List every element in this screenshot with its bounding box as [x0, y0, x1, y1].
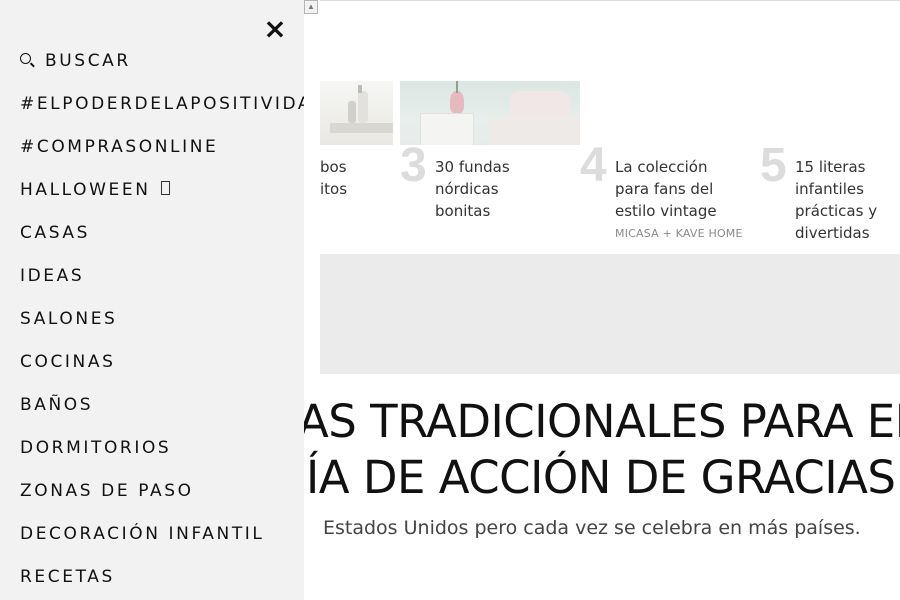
scroll-up-arrow-icon[interactable]: ▲ [304, 0, 318, 14]
card-number: 5 [760, 139, 787, 192]
search-icon [20, 53, 31, 64]
menu-item-comprasonline[interactable]: #COMPRASONLINE [20, 137, 218, 157]
ad-banner [320, 254, 900, 374]
headline-line-2: ÍA DE ACCIÓN DE GRACIAS [306, 451, 896, 504]
card-number: 3 [400, 139, 427, 192]
card-thumbnail-bathroom[interactable] [320, 81, 393, 145]
menu-item-label: IDEAS [20, 266, 85, 286]
menu-item-label: DORMITORIOS [20, 438, 172, 458]
menu-item-label: HALLOWEEN [20, 180, 151, 200]
pumpkin-icon [160, 181, 170, 195]
close-icon[interactable]: × [262, 15, 288, 43]
menu-item-elpoderdelapositividad[interactable]: #ELPODERDELAPOSITIVIDAD [20, 94, 304, 114]
menu-item-label: ZONAS DE PASO [20, 481, 194, 501]
menu-item-cocinas[interactable]: COCINAS [20, 352, 115, 372]
menu-item-label: BAÑOS [20, 395, 94, 415]
menu-item-label: BUSCAR [45, 51, 131, 71]
menu-item-casas[interactable]: CASAS [20, 223, 90, 243]
menu-item-banos[interactable]: BAÑOS [20, 395, 93, 415]
menu-item-label: COCINAS [20, 352, 116, 372]
menu-item-label: CASAS [20, 223, 91, 243]
menu-item-recetas[interactable]: RECETAS [20, 567, 115, 587]
menu-item-salones[interactable]: SALONES [20, 309, 117, 329]
menu-item-label: DECORACIÓN INFANTIL [20, 524, 265, 544]
article-subtitle: Estados Unidos pero cada vez se celebra … [323, 517, 861, 539]
menu-item-label: #COMPRASONLINE [20, 137, 219, 157]
menu-item-label: RECETAS [20, 567, 115, 587]
card-title[interactable]: bos itos [320, 156, 380, 200]
side-menu: × BUSCAR #ELPODERDELAPOSITIVIDAD #COMPRA… [0, 0, 304, 600]
card-brand[interactable]: MICASA + KAVE HOME [615, 227, 743, 240]
menu-item-zonas-de-paso[interactable]: ZONAS DE PASO [20, 481, 194, 501]
menu-item-ideas[interactable]: IDEAS [20, 266, 84, 286]
headline-line-1: AS TRADICIONALES PARA EL [298, 395, 900, 448]
menu-item-buscar[interactable]: BUSCAR [20, 51, 131, 71]
card-title[interactable]: 15 literas infantiles prácticas y divert… [795, 156, 895, 244]
menu-item-label: SALONES [20, 309, 118, 329]
card-title[interactable]: La colección para fans del estilo vintag… [615, 156, 730, 222]
card-number: 4 [580, 139, 607, 192]
menu-item-dormitorios[interactable]: DORMITORIOS [20, 438, 171, 458]
menu-item-halloween[interactable]: HALLOWEEN [20, 180, 170, 200]
menu-item-label: #ELPODERDELAPOSITIVIDAD [20, 94, 304, 114]
menu-item-decoracion-infantil[interactable]: DECORACIÓN INFANTIL [20, 524, 265, 544]
card-title[interactable]: 30 fundas nórdicas bonitas [435, 156, 535, 222]
header-divider [320, 0, 900, 1]
card-thumbnail-bedding[interactable] [400, 81, 580, 145]
